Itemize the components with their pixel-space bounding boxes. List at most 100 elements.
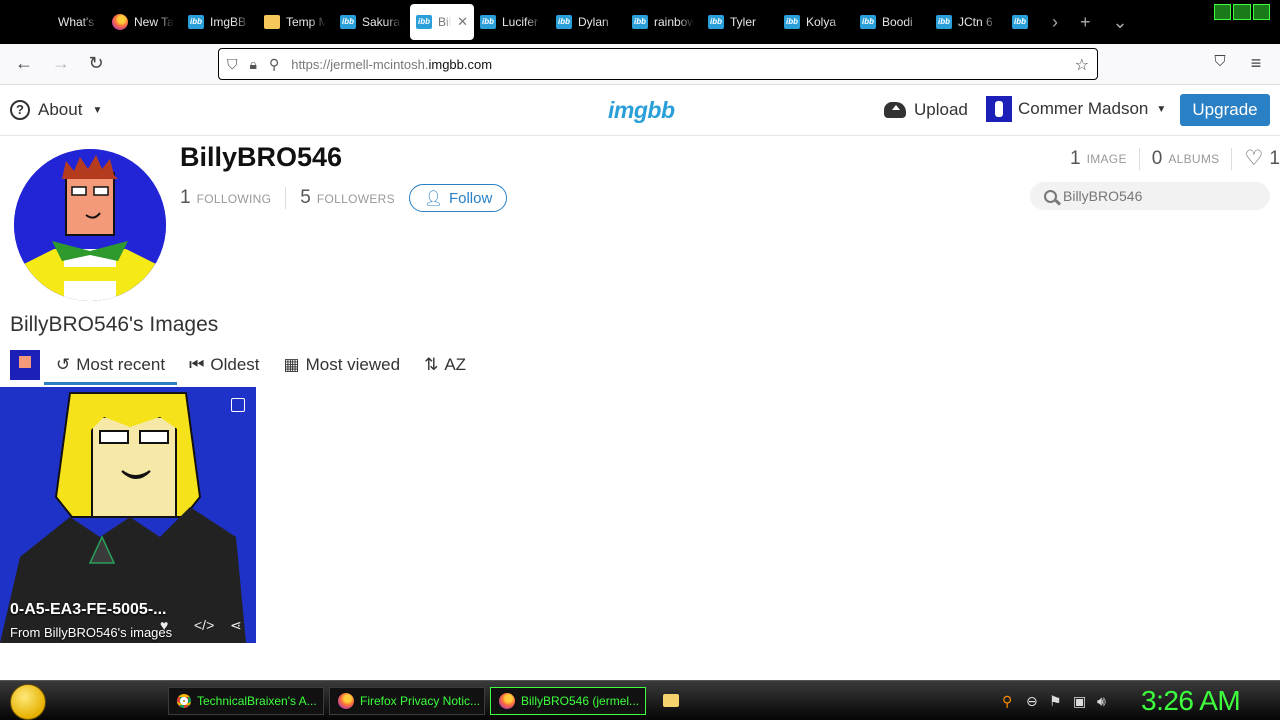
like-heart-icon[interactable]: ♥ xyxy=(160,617,168,633)
flag-icon[interactable]: ⚑ xyxy=(1049,693,1062,710)
browser-tab[interactable]: ibb Dylan xyxy=(550,4,626,40)
back-arrow-icon[interactable]: ← xyxy=(12,53,36,74)
browser-tab[interactable]: New Tab xyxy=(106,4,182,40)
tab-oldest[interactable]: ⏮ Oldest xyxy=(177,345,271,385)
follow-button[interactable]: 👤︎ Follow xyxy=(408,184,508,212)
sort-az-icon: ⇅ xyxy=(424,355,439,374)
select-checkbox[interactable] xyxy=(231,398,245,412)
imgbb-icon: ibb xyxy=(188,15,204,29)
profile-avatar xyxy=(14,149,166,301)
browser-tab[interactable]: ibb JCtn 6 xyxy=(930,4,1006,40)
bar-chart-icon: ▦ xyxy=(283,355,300,374)
permissions-icon[interactable]: ⚲ xyxy=(269,56,279,73)
tab-az[interactable]: ⇅ AZ xyxy=(412,345,478,385)
browser-tab-active[interactable]: ibb Bil ✕ xyxy=(410,4,474,40)
lock-icon[interactable]: 🔒︎ xyxy=(250,56,257,73)
follow-label: Follow xyxy=(448,189,493,207)
avatar[interactable] xyxy=(10,350,40,380)
bookmark-star-icon[interactable]: ☆ xyxy=(1075,55,1089,75)
folder-icon[interactable] xyxy=(663,694,679,707)
divider xyxy=(1138,147,1140,170)
search-placeholder: BillyBRO546 xyxy=(1063,188,1143,204)
site-logo[interactable]: imgbb xyxy=(608,97,675,124)
browser-tab[interactable]: ibb rainbow xyxy=(626,4,702,40)
taskbar-item-active[interactable]: BillyBRO546 (jermel... xyxy=(490,687,646,715)
image-label: IMAGE xyxy=(1086,151,1127,166)
tab-controls: › + ⌄ xyxy=(1052,0,1128,44)
firefox-icon xyxy=(112,14,128,30)
reload-icon[interactable]: ↻ xyxy=(84,53,108,74)
chevron-down-icon[interactable]: ⌄ xyxy=(1113,12,1128,33)
image-card-title[interactable]: 0-A5-EA3-FE-5005-... xyxy=(10,601,167,619)
question-icon: ? xyxy=(10,100,30,120)
start-button-smiley-icon[interactable] xyxy=(10,684,46,720)
caret-down-icon: ▼ xyxy=(92,104,103,116)
browser-tab[interactable]: ibb Tyler xyxy=(702,4,778,40)
album-count: 0 xyxy=(1151,147,1163,169)
tab-most-viewed[interactable]: ▦ Most viewed xyxy=(272,345,413,385)
menu-icon[interactable]: ≡ xyxy=(1244,53,1268,74)
browser-tab[interactable]: What's new xyxy=(30,4,106,40)
close-tab-icon[interactable]: ✕ xyxy=(457,14,468,30)
browser-tab[interactable]: ibb Sakura xyxy=(334,4,410,40)
sort-tab-label: Oldest xyxy=(210,355,260,374)
browser-tab[interactable]: ibb Lucifer xyxy=(474,4,550,40)
profile-search-input[interactable]: BillyBRO546 xyxy=(1030,182,1270,210)
search-tray-icon[interactable]: ⚲ xyxy=(1002,693,1012,710)
pocket-icon[interactable]: ⛉ xyxy=(1208,53,1232,70)
image-card[interactable]: 0-A5-EA3-FE-5005-... From BillyBRO546's … xyxy=(0,387,256,643)
followers-stat[interactable]: 5 FOLLOWERS xyxy=(300,187,395,209)
browser-tab[interactable]: Temp Mail xyxy=(258,4,334,40)
minus-circle-icon[interactable]: ⊖ xyxy=(1026,693,1038,710)
volume-icon[interactable]: 🔊︎ xyxy=(1097,693,1106,710)
browser-tab[interactable]: ibb Boodi xyxy=(854,4,930,40)
navigation-bar: ← → ↻ ⛉ 🔒︎ ⚲ https://jermell-mcintosh. im… xyxy=(0,44,1280,85)
taskbar-item-label: BillyBRO546 (jermel... xyxy=(521,694,640,708)
followers-count: 5 xyxy=(300,187,311,208)
imgbb-icon: ibb xyxy=(1012,15,1028,29)
taskbar-item[interactable]: Firefox Privacy Notic... xyxy=(329,687,485,715)
divider xyxy=(285,187,287,209)
user-menu[interactable]: Commer Madson ▼ xyxy=(986,96,1166,122)
taskbar-item[interactable]: TechnicalBraixen's A... xyxy=(168,687,324,715)
rewind-icon: ⏮ xyxy=(189,355,205,374)
window-button[interactable] xyxy=(1214,4,1232,20)
embed-code-icon[interactable]: </> xyxy=(194,617,214,633)
taskbar-item-label: TechnicalBraixen's A... xyxy=(197,694,317,708)
profile-counters: 1 IMAGE 0 ALBUMS ♡ 1 xyxy=(1070,146,1280,171)
window-icon[interactable]: ▣ xyxy=(1073,693,1086,710)
shield-icon[interactable]: ⛉ xyxy=(227,56,238,73)
imgbb-icon: ibb xyxy=(708,15,724,29)
profile-avatar-picture xyxy=(14,149,166,301)
tab-most-recent[interactable]: ↺ Most recent xyxy=(44,345,178,385)
about-label: About xyxy=(38,100,83,119)
sort-tab-label: Most recent xyxy=(76,355,166,374)
following-stat[interactable]: 1 FOLLOWING xyxy=(180,187,271,209)
heart-icon[interactable]: ♡ xyxy=(1244,146,1263,171)
clock[interactable]: 3:26 AM xyxy=(1141,685,1241,717)
browser-tab[interactable]: ibb ImgBB xyxy=(182,4,258,40)
chrome-icon xyxy=(177,694,191,708)
forward-arrow-icon[interactable]: → xyxy=(49,53,73,74)
upgrade-button[interactable]: Upgrade xyxy=(1180,94,1270,126)
imgbb-icon: ibb xyxy=(632,15,648,29)
caret-down-icon: ▼ xyxy=(1156,103,1167,115)
upload-button[interactable]: Upload xyxy=(884,100,968,120)
new-tab-icon[interactable]: + xyxy=(1080,12,1091,33)
cloud-upload-icon xyxy=(884,102,906,118)
image-card-subtitle[interactable]: From BillyBRO546's images xyxy=(10,625,172,640)
likes-count: 1 xyxy=(1269,147,1280,169)
url-host: imgbb.com xyxy=(428,56,493,72)
share-icon[interactable]: ⋖ xyxy=(230,617,242,634)
browser-tab[interactable]: ibb Kolya xyxy=(778,4,854,40)
window-button[interactable] xyxy=(1233,4,1251,20)
about-menu[interactable]: ? About ▼ xyxy=(10,100,102,120)
chevron-right-icon[interactable]: › xyxy=(1052,12,1058,33)
taskbar-item-label: Firefox Privacy Notic... xyxy=(360,694,481,708)
browser-tab[interactable]: ibb xyxy=(1006,4,1032,40)
sort-tab-label: Most viewed xyxy=(305,355,401,374)
url-bar[interactable]: ⛉ 🔒︎ ⚲ https://jermell-mcintosh. imgbb.co… xyxy=(218,48,1098,80)
sort-tab-label: AZ xyxy=(444,355,467,374)
url-prefix: https://jermell-mcintosh. xyxy=(291,56,429,72)
window-button[interactable] xyxy=(1252,4,1270,20)
